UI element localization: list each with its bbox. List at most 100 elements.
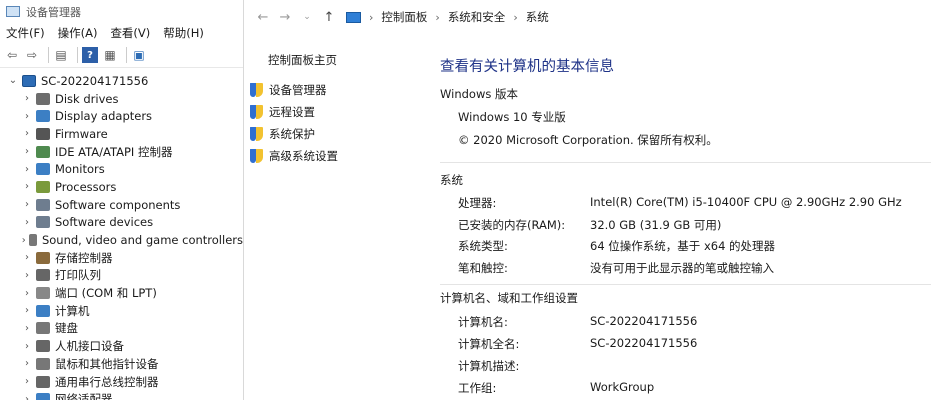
chevron-right-icon[interactable]: › <box>20 128 34 139</box>
back-arrow-icon[interactable]: ← <box>252 10 274 25</box>
printer-icon <box>36 269 50 282</box>
device-category-item[interactable]: › IDE ATA/ATAPI 控制器 <box>0 143 243 161</box>
device-category-label: Firmware <box>55 126 108 141</box>
chevron-right-icon[interactable]: › <box>20 235 27 246</box>
chevron-down-icon[interactable]: ⌄ <box>296 12 318 22</box>
computer-icon <box>36 304 50 317</box>
show-hide-console-tree-icon[interactable]: ▤ <box>53 47 69 63</box>
device-category-label: Software components <box>55 197 181 212</box>
chevron-right-icon[interactable]: › <box>20 199 34 210</box>
device-category-item[interactable]: › 打印队列 <box>0 267 243 285</box>
device-category-label: Sound, video and game controllers <box>41 233 243 248</box>
pen-touch-label: 笔和触控: <box>458 261 508 275</box>
device-category-item[interactable]: › Monitors <box>0 160 243 178</box>
device-manager-window: 设备管理器 文件(F) 操作(A) 查看(V) 帮助(H) ⇦ ⇨ ▤ ? ▦ … <box>0 0 244 400</box>
chevron-right-icon[interactable]: › <box>20 305 34 316</box>
device-category-item[interactable]: › 端口 (COM 和 LPT) <box>0 284 243 302</box>
device-category-item[interactable]: › 存储控制器 <box>0 249 243 267</box>
mouse-icon <box>36 357 50 370</box>
device-category-item[interactable]: › 通用串行总线控制器 <box>0 373 243 391</box>
breadcrumb-system-security[interactable]: 系统和安全 <box>448 9 506 25</box>
help-icon[interactable]: ? <box>82 47 98 63</box>
device-manager-app-icon <box>6 6 20 17</box>
scan-hardware-icon[interactable]: ▣ <box>131 47 147 63</box>
menu-help[interactable]: 帮助(H) <box>163 25 204 41</box>
chevron-right-icon[interactable]: › <box>20 93 34 104</box>
device-category-item[interactable]: › Software devices <box>0 214 243 232</box>
device-category-label: 鼠标和其他指针设备 <box>55 356 159 371</box>
processor-icon <box>36 180 50 193</box>
computer-name-value: SC-202204171556 <box>590 314 698 328</box>
chevron-right-icon[interactable]: › <box>20 181 34 192</box>
device-category-item[interactable]: › 鼠标和其他指针设备 <box>0 355 243 373</box>
computer-name-label: SC-202204171556 <box>41 73 149 88</box>
full-computer-name-value: SC-202204171556 <box>590 336 698 350</box>
forward-arrow-icon[interactable]: → <box>274 10 296 25</box>
device-category-item[interactable]: › 键盘 <box>0 320 243 338</box>
device-category-label: 存储控制器 <box>55 250 113 265</box>
chevron-right-icon[interactable]: › <box>20 217 34 228</box>
device-category-label: Monitors <box>55 162 105 177</box>
page-title: 查看有关计算机的基本信息 <box>440 59 614 75</box>
device-category-item[interactable]: › Software components <box>0 196 243 214</box>
processor-label: 处理器: <box>458 196 497 210</box>
sidebar-link-advanced-settings[interactable]: 高级系统设置 <box>250 148 338 164</box>
device-category-item[interactable]: › Firmware <box>0 125 243 143</box>
control-panel-home-link[interactable]: 控制面板主页 <box>268 52 337 68</box>
sidebar-link-label: 设备管理器 <box>269 83 327 97</box>
menu-action[interactable]: 操作(A) <box>58 25 98 41</box>
chevron-right-icon[interactable]: › <box>20 394 34 400</box>
sidebar-link-device-manager[interactable]: 设备管理器 <box>250 82 327 98</box>
device-category-label: 网络适配器 <box>55 392 113 400</box>
forward-arrow-icon[interactable]: ⇨ <box>24 47 40 63</box>
chevron-right-icon[interactable]: › <box>20 270 34 281</box>
chevron-right-icon[interactable]: › <box>20 358 34 369</box>
computer-name-label: 计算机名: <box>458 315 508 329</box>
tree-root-computer[interactable]: ⌄ SC-202204171556 <box>0 72 243 90</box>
device-category-item[interactable]: › Sound, video and game controllers <box>0 231 243 249</box>
chevron-right-icon[interactable]: › <box>20 146 34 157</box>
usb-icon <box>36 375 50 388</box>
device-category-item[interactable]: › 网络适配器 <box>0 390 243 400</box>
device-category-item[interactable]: › Processors <box>0 178 243 196</box>
hid-icon <box>36 340 50 353</box>
back-arrow-icon[interactable]: ⇦ <box>4 47 20 63</box>
breadcrumb-system[interactable]: 系统 <box>526 9 549 25</box>
device-category-label: 端口 (COM 和 LPT) <box>55 286 157 301</box>
section-heading-computer-name: 计算机名、域和工作组设置 <box>440 291 578 305</box>
chevron-right-icon[interactable]: › <box>20 376 34 387</box>
device-category-item[interactable]: › 计算机 <box>0 302 243 320</box>
chevron-right-icon[interactable]: › <box>20 323 34 334</box>
properties-icon[interactable]: ▦ <box>102 47 118 63</box>
pen-touch-value: 没有可用于此显示器的笔或触控输入 <box>590 261 774 275</box>
chevron-right-icon[interactable]: › <box>20 111 34 122</box>
section-divider <box>440 284 931 285</box>
ram-value: 32.0 GB (31.9 GB 可用) <box>590 218 722 232</box>
menu-file[interactable]: 文件(F) <box>6 25 45 41</box>
chevron-right-icon[interactable]: › <box>20 288 34 299</box>
device-category-label: IDE ATA/ATAPI 控制器 <box>55 144 173 159</box>
breadcrumb-separator-icon[interactable]: › <box>513 11 517 24</box>
device-category-item[interactable]: › 人机接口设备 <box>0 337 243 355</box>
keyboard-icon <box>36 322 50 335</box>
windows-edition-value: Windows 10 专业版 <box>458 110 566 124</box>
breadcrumb-control-panel[interactable]: 控制面板 <box>381 9 427 25</box>
system-type-label: 系统类型: <box>458 239 508 253</box>
breadcrumb-separator-icon[interactable]: › <box>435 11 439 24</box>
device-category-item[interactable]: › Display adapters <box>0 107 243 125</box>
sidebar-link-label: 远程设置 <box>269 105 315 119</box>
chevron-right-icon[interactable]: › <box>20 252 34 263</box>
chevron-down-icon[interactable]: ⌄ <box>6 75 20 86</box>
chevron-right-icon[interactable]: › <box>20 341 34 352</box>
sidebar-link-system-protection[interactable]: 系统保护 <box>250 126 315 142</box>
uac-shield-icon <box>250 83 263 97</box>
device-category-item[interactable]: › Disk drives <box>0 90 243 108</box>
device-tree: ⌄ SC-202204171556 › Disk drives › Display a… <box>0 72 243 400</box>
control-panel-icon <box>346 11 361 23</box>
workgroup-label: 工作组: <box>458 381 497 395</box>
sidebar-link-remote-settings[interactable]: 远程设置 <box>250 104 315 120</box>
chevron-right-icon[interactable]: › <box>20 164 34 175</box>
firmware-icon <box>36 127 50 140</box>
menu-view[interactable]: 查看(V) <box>110 25 150 41</box>
up-arrow-icon[interactable]: ↑ <box>318 10 340 25</box>
